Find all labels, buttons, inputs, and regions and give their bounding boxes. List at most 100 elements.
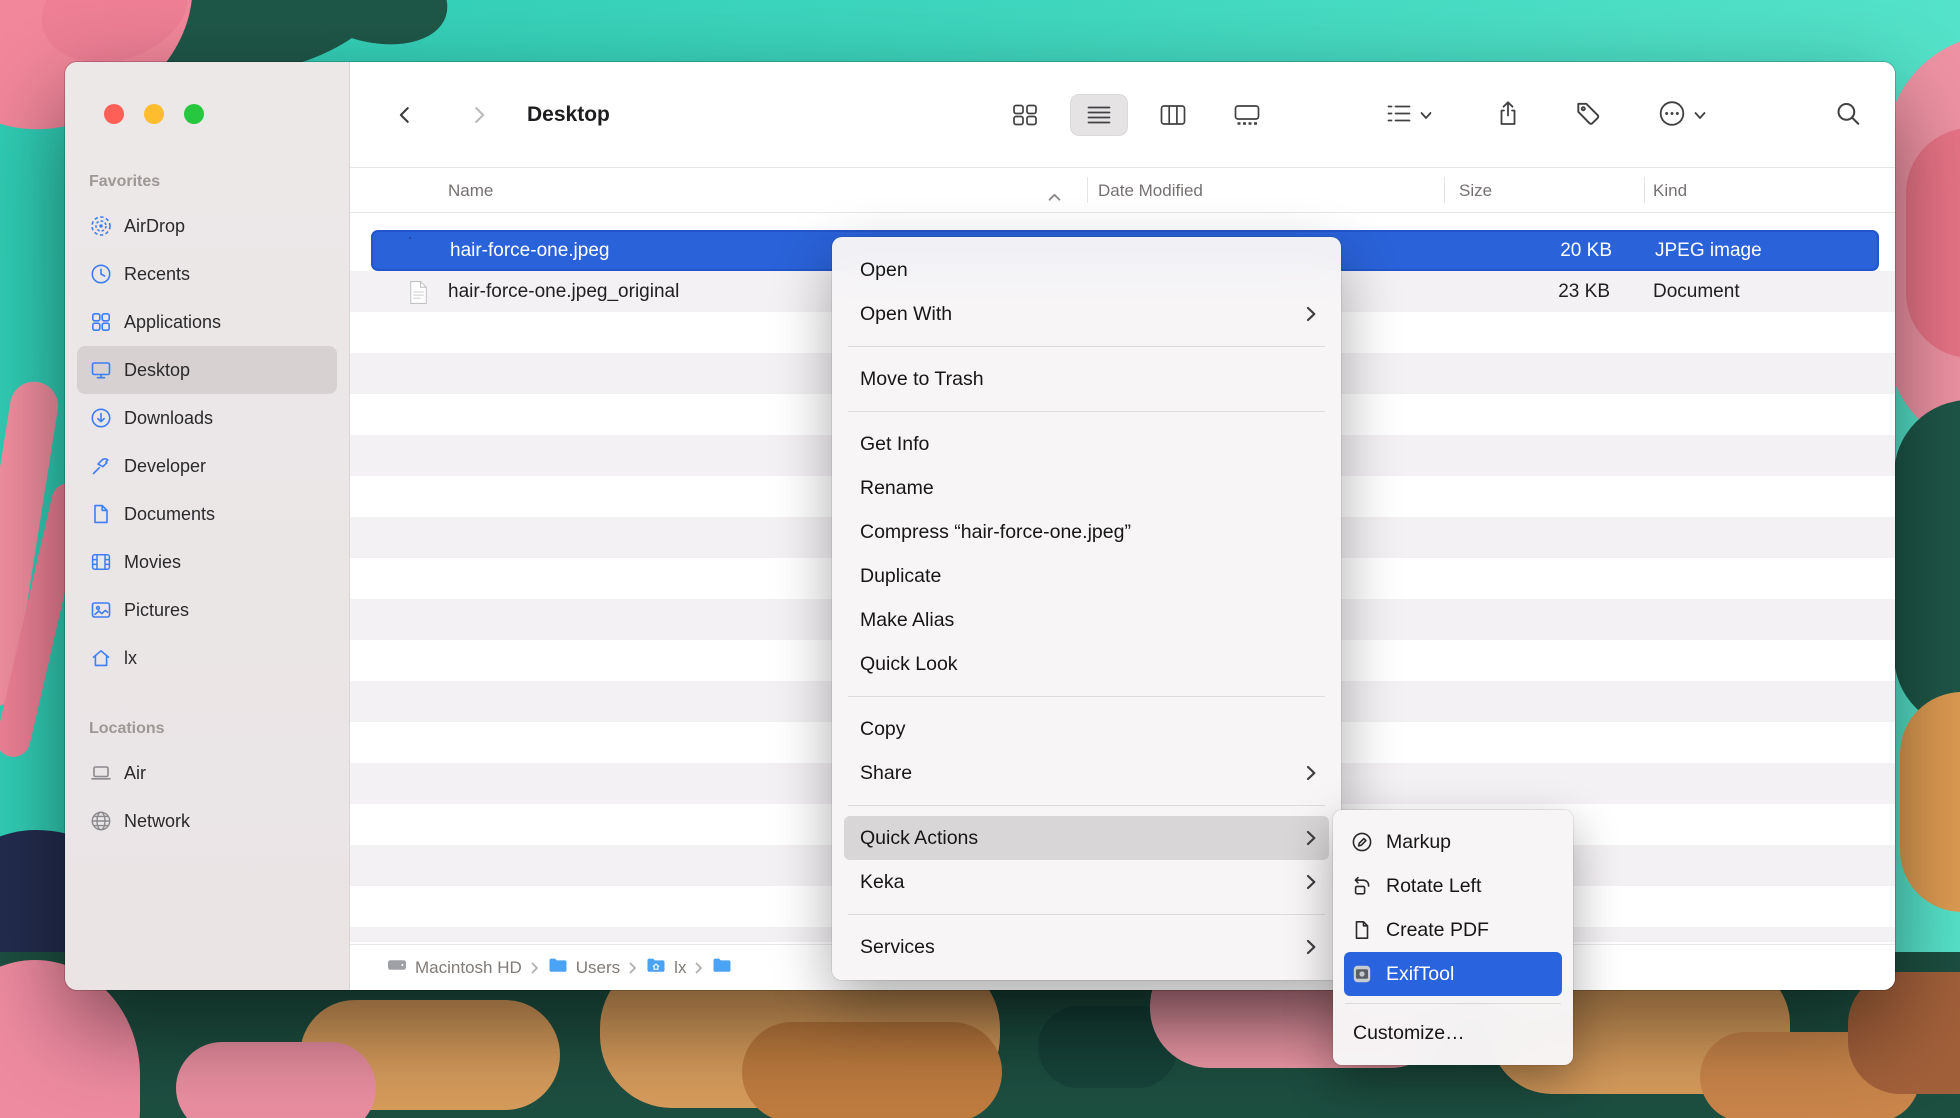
sidebar-item-label: Documents bbox=[124, 504, 215, 525]
submenu-item-label: Markup bbox=[1386, 831, 1451, 854]
markup-icon bbox=[1350, 831, 1374, 853]
path-item-macintosh-hd[interactable]: Macintosh HD bbox=[387, 957, 522, 978]
sidebar-item-air[interactable]: Air bbox=[77, 749, 337, 797]
menu-item-copy[interactable]: Copy bbox=[832, 707, 1341, 751]
menu-separator bbox=[848, 346, 1325, 347]
list-view-button[interactable] bbox=[1070, 94, 1128, 136]
menu-separator bbox=[848, 914, 1325, 915]
column-divider bbox=[1087, 177, 1088, 203]
sidebar-item-applications[interactable]: Applications bbox=[77, 298, 337, 346]
gallery-view-button[interactable] bbox=[1218, 94, 1276, 136]
wallpaper-shape bbox=[742, 1022, 1002, 1118]
share-button[interactable] bbox=[1496, 98, 1520, 131]
path-item-lx[interactable]: lx bbox=[646, 957, 686, 978]
sidebar-item-network[interactable]: Network bbox=[77, 797, 337, 845]
close-window-button[interactable] bbox=[104, 104, 124, 124]
menu-separator bbox=[848, 411, 1325, 412]
window-controls bbox=[104, 104, 204, 124]
more-actions-button[interactable] bbox=[1658, 99, 1706, 130]
menu-item-rename[interactable]: Rename bbox=[832, 466, 1341, 510]
column-view-button[interactable] bbox=[1144, 94, 1202, 136]
submenu-item-create-pdf[interactable]: Create PDF bbox=[1333, 908, 1573, 952]
submenu-item-markup[interactable]: Markup bbox=[1333, 820, 1573, 864]
submenu-chevron-icon bbox=[1306, 306, 1317, 322]
submenu-item-label: Customize… bbox=[1350, 1022, 1465, 1045]
tags-button[interactable] bbox=[1574, 99, 1602, 130]
menu-item-make-alias[interactable]: Make Alias bbox=[832, 598, 1341, 642]
menu-item-services[interactable]: Services bbox=[832, 925, 1341, 969]
hard-drive-icon bbox=[387, 957, 407, 978]
sidebar-item-label: Pictures bbox=[124, 600, 189, 621]
sidebar-item-documents[interactable]: Documents bbox=[77, 490, 337, 538]
submenu-item-label: ExifTool bbox=[1386, 963, 1454, 986]
menu-item-duplicate[interactable]: Duplicate bbox=[832, 554, 1341, 598]
sidebar-item-downloads[interactable]: Downloads bbox=[77, 394, 337, 442]
path-item-label: lx bbox=[674, 958, 686, 978]
share-icon bbox=[1496, 98, 1520, 131]
submenu-item-rotate-left[interactable]: Rotate Left bbox=[1333, 864, 1573, 908]
path-item-label: Macintosh HD bbox=[415, 958, 522, 978]
submenu-item-exiftool[interactable]: ExifTool bbox=[1344, 952, 1562, 996]
back-button[interactable] bbox=[394, 101, 416, 129]
column-header-size[interactable]: Size bbox=[1459, 168, 1492, 213]
menu-item-label: Open bbox=[860, 259, 908, 282]
folder-icon bbox=[548, 957, 568, 978]
submenu-item-customize[interactable]: Customize… bbox=[1333, 1011, 1573, 1055]
menu-item-label: Get Info bbox=[860, 433, 929, 456]
photo-icon bbox=[89, 598, 113, 622]
document-icon bbox=[89, 502, 113, 526]
sidebar-item-recents[interactable]: Recents bbox=[77, 250, 337, 298]
menu-item-label: Copy bbox=[860, 718, 906, 741]
path-item-users[interactable]: Users bbox=[548, 957, 620, 978]
submenu-chevron-icon bbox=[1306, 830, 1317, 846]
minimize-window-button[interactable] bbox=[144, 104, 164, 124]
group-by-button[interactable] bbox=[1386, 102, 1432, 127]
menu-separator bbox=[848, 805, 1325, 806]
search-button[interactable] bbox=[1834, 99, 1862, 130]
menu-item-label: Rename bbox=[860, 477, 934, 500]
app-grid-icon bbox=[89, 310, 113, 334]
sidebar-item-developer[interactable]: Developer bbox=[77, 442, 337, 490]
menu-item-quick-look[interactable]: Quick Look bbox=[832, 642, 1341, 686]
menu-separator bbox=[848, 696, 1325, 697]
icon-view-button[interactable] bbox=[996, 94, 1054, 136]
chevron-down-icon bbox=[1420, 107, 1432, 122]
forward-button[interactable] bbox=[468, 101, 490, 129]
zoom-window-button[interactable] bbox=[184, 104, 204, 124]
sidebar-item-label: Developer bbox=[124, 456, 206, 477]
column-header-name[interactable]: Name bbox=[448, 168, 493, 213]
menu-item-get-info[interactable]: Get Info bbox=[832, 422, 1341, 466]
view-switcher bbox=[996, 94, 1276, 136]
menu-item-share[interactable]: Share bbox=[832, 751, 1341, 795]
menu-item-label: Move to Trash bbox=[860, 368, 984, 391]
film-icon bbox=[89, 550, 113, 574]
wallpaper-shape bbox=[1900, 692, 1960, 912]
path-item-truncated[interactable] bbox=[712, 957, 732, 978]
chevron-right-icon bbox=[629, 962, 637, 974]
menu-item-move-to-trash[interactable]: Move to Trash bbox=[832, 357, 1341, 401]
column-divider bbox=[1444, 177, 1445, 203]
sidebar-item-airdrop[interactable]: AirDrop bbox=[77, 202, 337, 250]
column-header-kind[interactable]: Kind bbox=[1653, 168, 1687, 213]
wallpaper-shape bbox=[176, 1042, 376, 1118]
menu-item-quick-actions[interactable]: Quick Actions bbox=[844, 816, 1329, 860]
menu-item-open-with[interactable]: Open With bbox=[832, 292, 1341, 336]
menu-item-open[interactable]: Open bbox=[832, 248, 1341, 292]
list-header: Name Date Modified Size Kind bbox=[350, 168, 1895, 213]
favorites-heading: Favorites bbox=[89, 170, 337, 194]
sidebar-item-movies[interactable]: Movies bbox=[77, 538, 337, 586]
monitor-icon bbox=[89, 358, 113, 382]
sidebar-item-desktop[interactable]: Desktop bbox=[77, 346, 337, 394]
chevron-right-icon bbox=[531, 962, 539, 974]
sidebar-item-label: Network bbox=[124, 811, 190, 832]
sidebar-item-label: Desktop bbox=[124, 360, 190, 381]
sidebar-item-home-lx[interactable]: lx bbox=[77, 634, 337, 682]
file-name: hair-force-one.jpeg bbox=[450, 232, 609, 269]
menu-item-keka[interactable]: Keka bbox=[832, 860, 1341, 904]
column-header-date-modified[interactable]: Date Modified bbox=[1098, 168, 1203, 213]
toolbar: Desktop bbox=[350, 62, 1895, 168]
group-icon bbox=[1386, 102, 1412, 127]
sidebar-item-pictures[interactable]: Pictures bbox=[77, 586, 337, 634]
menu-item-compress[interactable]: Compress “hair-force-one.jpeg” bbox=[832, 510, 1341, 554]
search-icon bbox=[1834, 99, 1862, 130]
